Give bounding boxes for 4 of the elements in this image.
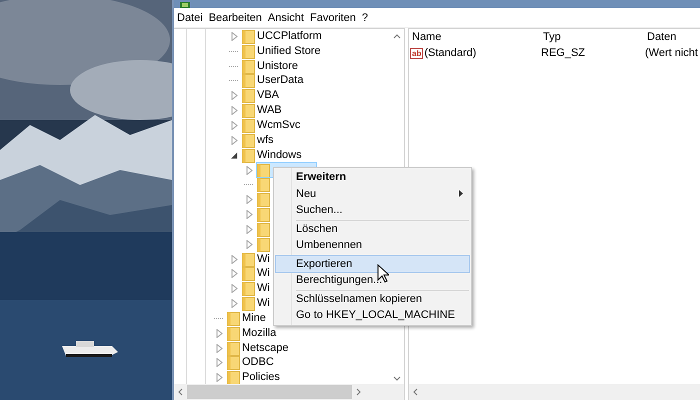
value-name: (Standard) <box>424 47 476 59</box>
value-type: REG_SZ <box>541 47 586 59</box>
value-data: (Wert nicht <box>645 47 698 59</box>
string-value-icon: ab <box>410 48 424 58</box>
